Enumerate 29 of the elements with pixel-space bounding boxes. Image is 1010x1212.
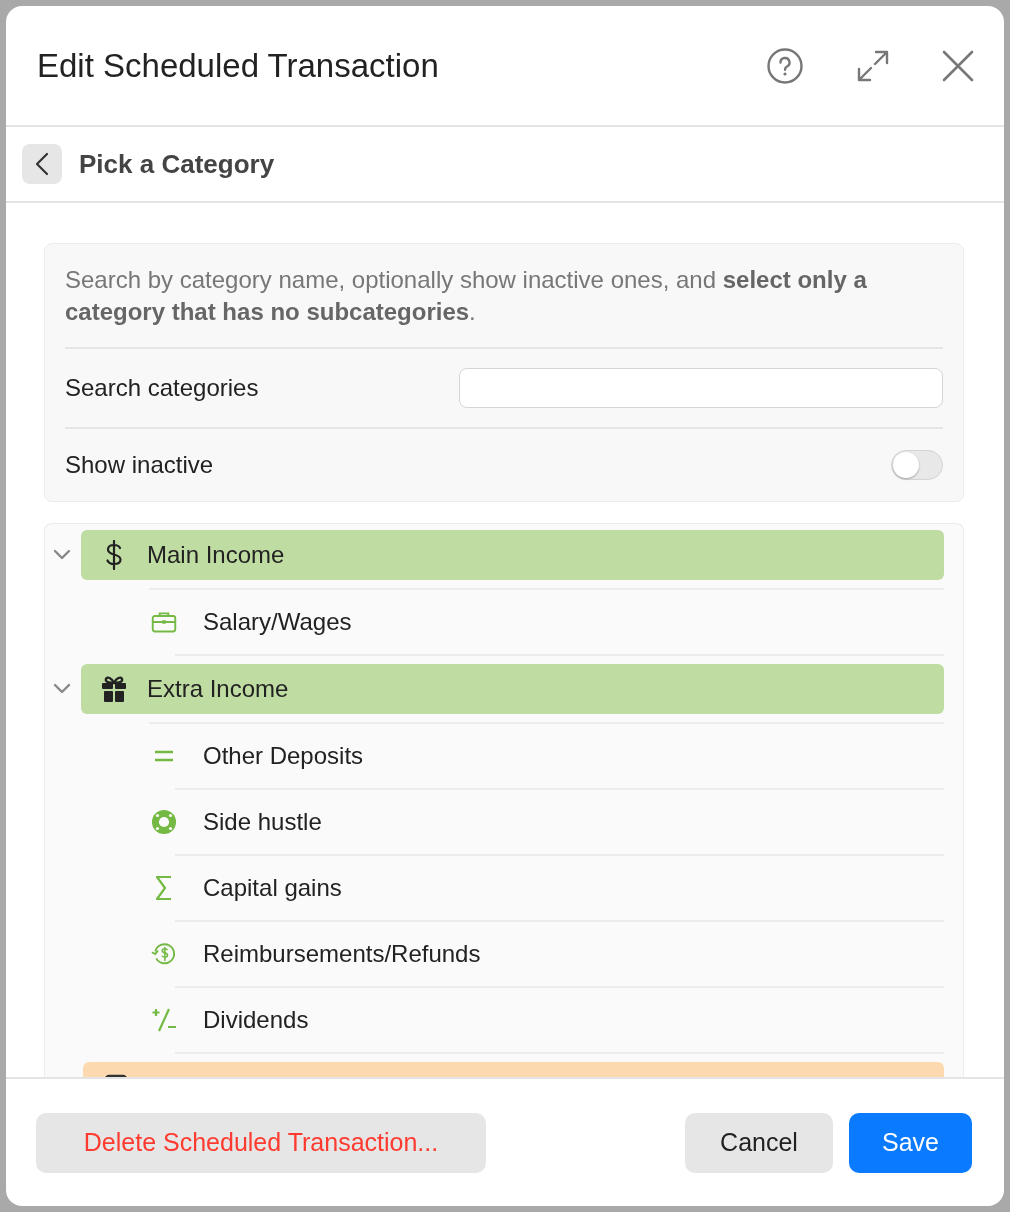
lifebuoy-icon	[151, 808, 177, 836]
search-field[interactable]	[459, 368, 943, 408]
plus-minus-icon	[151, 1007, 177, 1033]
category-group-label: Extra Income	[147, 675, 289, 703]
briefcase-icon	[151, 609, 177, 635]
dialog-title: Edit Scheduled Transaction	[37, 46, 440, 85]
category-item[interactable]: Side hustle	[203, 808, 322, 836]
help-icon[interactable]	[766, 46, 804, 85]
category-group-label: Main Income	[147, 541, 285, 569]
show-inactive-label: Show inactive	[65, 451, 214, 479]
sigma-icon	[155, 875, 173, 901]
category-item[interactable]: Capital gains	[203, 874, 342, 902]
search-label: Search categories	[65, 374, 259, 402]
instructions-text: Search by category name, optionally show inactive ones, and select only a category that has no subcategories.	[65, 264, 943, 349]
equals-icon	[154, 750, 174, 762]
page-title: Pick a Category	[79, 148, 275, 180]
category-group-row[interactable]: Extra Income	[81, 664, 944, 714]
category-item[interactable]: Other Deposits	[203, 742, 364, 770]
chevron-left-icon	[35, 152, 49, 176]
save-button[interactable]: Save	[849, 1112, 972, 1173]
expand-icon[interactable]	[856, 48, 890, 83]
category-item[interactable]: Reimbursements/Refunds	[203, 940, 481, 968]
gift-icon	[99, 675, 129, 703]
category-group-row[interactable]: Main Income	[81, 530, 944, 580]
category-item[interactable]: Salary/Wages	[203, 608, 352, 636]
back-button[interactable]	[22, 144, 62, 184]
category-item[interactable]: Dividends	[203, 1006, 309, 1034]
close-icon[interactable]	[942, 49, 974, 82]
cancel-button[interactable]: Cancel	[685, 1112, 833, 1173]
